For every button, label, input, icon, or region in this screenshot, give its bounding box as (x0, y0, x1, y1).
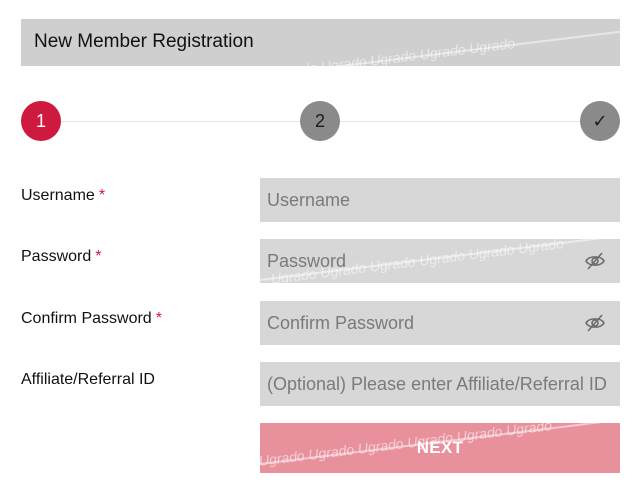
page-title: New Member Registration (34, 31, 254, 52)
affiliate-label: Affiliate/Referral ID (21, 371, 155, 388)
required-mark: * (95, 248, 102, 265)
username-field-container (260, 178, 620, 222)
confirm-password-row: Confirm Password * (21, 301, 620, 345)
next-button-label: NEXT (416, 438, 464, 457)
affiliate-field-container (260, 362, 620, 406)
password-row: Password * Ugrado Ugrado Ugrado Ugrado Ug… (21, 239, 620, 283)
affiliate-input[interactable] (260, 362, 620, 406)
watermark-text: Ugrado Ugrado Ugrado Ugrado Ugrado Ugrad… (221, 35, 516, 66)
step-2-indicator: 2 (300, 101, 340, 141)
watermark-stripe (211, 28, 620, 66)
password-field-container: Ugrado Ugrado Ugrado Ugrado Ugrado Ugrad… (260, 239, 620, 283)
progress-stepper: 1 2 ✓ (21, 101, 620, 143)
eye-off-icon[interactable] (584, 251, 606, 271)
password-label: Password * (21, 248, 102, 265)
required-mark: * (98, 187, 106, 204)
password-input[interactable] (260, 239, 620, 283)
confirm-password-input[interactable] (260, 301, 620, 345)
confirm-password-field-container (260, 301, 620, 345)
step-1-indicator: 1 (21, 101, 61, 141)
username-input[interactable] (260, 178, 620, 222)
next-button[interactable]: Ugrado Ugrado Ugrado Ugrado Ugrado Ugrad… (260, 423, 620, 473)
username-label: Username * (21, 187, 106, 204)
required-mark: * (155, 310, 162, 327)
affiliate-row: Affiliate/Referral ID (21, 362, 620, 406)
confirm-password-label: Confirm Password * (21, 310, 162, 327)
eye-off-icon[interactable] (584, 313, 606, 333)
registration-header: New Member Registration Ugrado Ugrado Ug… (21, 19, 620, 66)
username-row: Username * (21, 178, 620, 222)
step-complete-indicator: ✓ (580, 101, 620, 141)
